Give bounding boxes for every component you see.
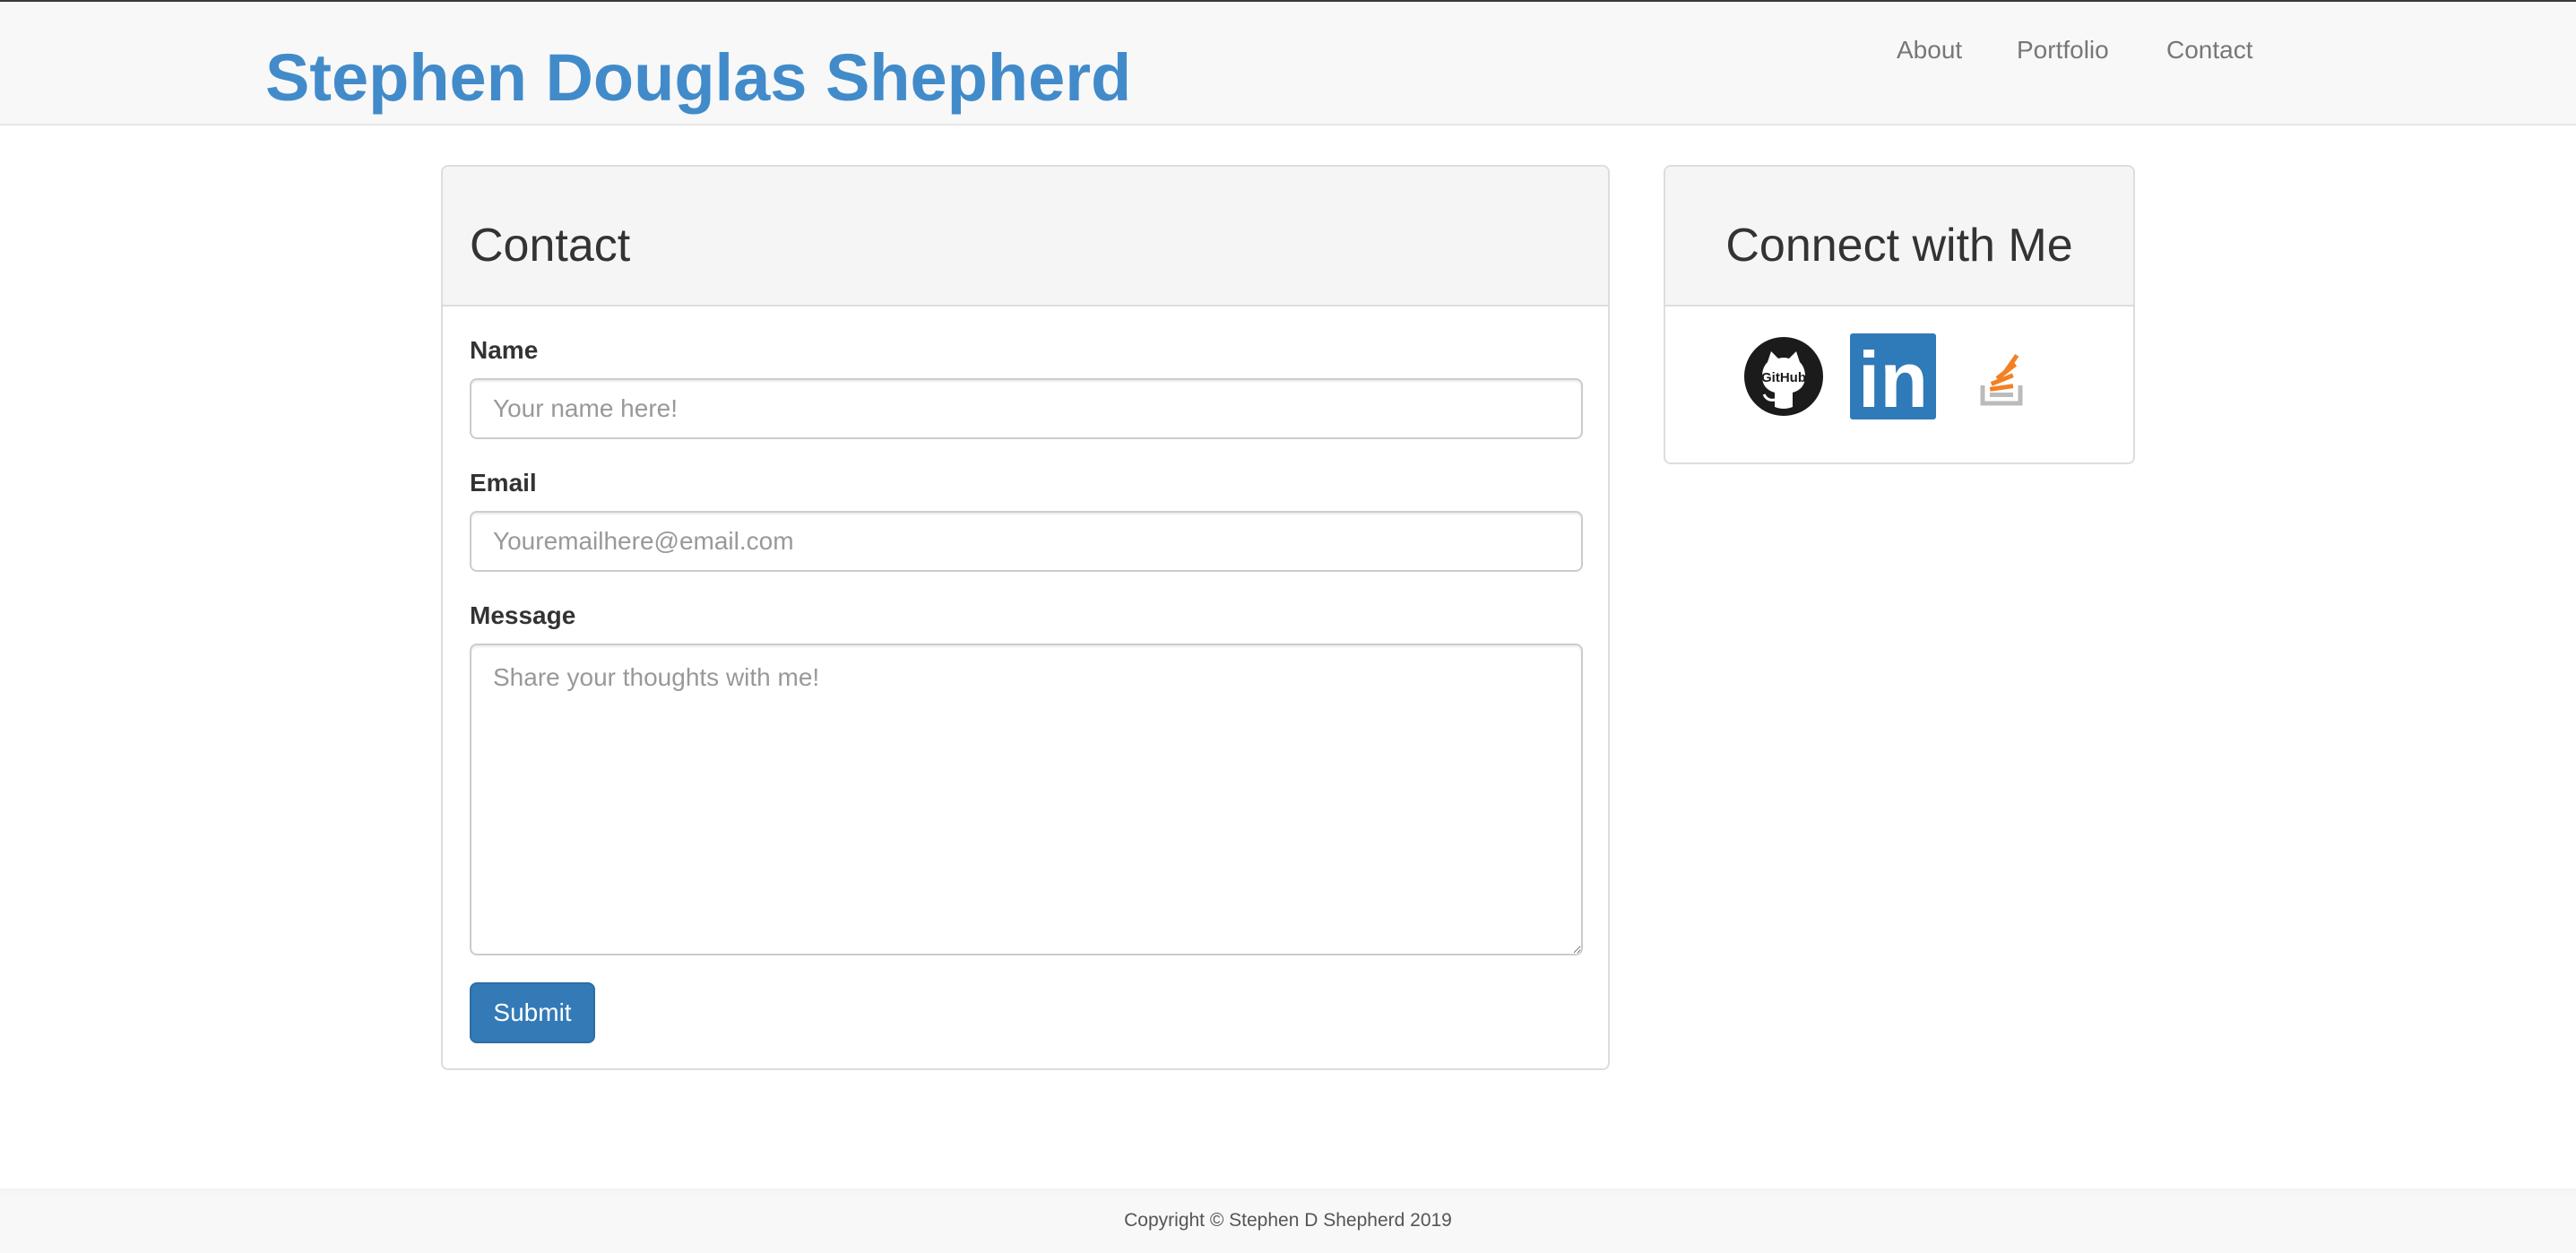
stackoverflow-link[interactable] xyxy=(1961,335,2042,418)
footer: Copyright © Stephen D Shepherd 2019 xyxy=(0,1188,2576,1253)
message-label: Message xyxy=(470,601,576,629)
brand-title[interactable]: Stephen Douglas Shepherd xyxy=(265,38,1131,118)
nav-link-portfolio[interactable]: Portfolio xyxy=(2017,34,2109,66)
github-link[interactable]: GitHub xyxy=(1742,335,1825,418)
contact-title: Contact xyxy=(470,220,631,272)
connect-panel-heading: Connect with Me xyxy=(1665,167,2133,307)
contact-panel: Contact Name Email Message Submit xyxy=(441,165,1610,1070)
name-label: Name xyxy=(470,336,539,364)
email-label: Email xyxy=(470,469,537,497)
github-icon-text: GitHub xyxy=(1761,370,1806,385)
nav-link-about[interactable]: About xyxy=(1897,34,1962,66)
nav-link-contact[interactable]: Contact xyxy=(2166,34,2253,66)
linkedin-icon-text: in xyxy=(1858,335,1928,419)
footer-copyright: Copyright © Stephen D Shepherd 2019 xyxy=(1124,1210,1452,1231)
email-input[interactable] xyxy=(470,511,1583,572)
message-textarea[interactable] xyxy=(470,644,1583,955)
linkedin-link[interactable]: in xyxy=(1850,333,1936,419)
linkedin-icon: in xyxy=(1850,333,1936,419)
navbar: Stephen Douglas Shepherd About Portfolio… xyxy=(0,0,2576,125)
contact-panel-heading: Contact xyxy=(443,167,1608,307)
connect-panel: Connect with Me GitHub in xyxy=(1664,165,2135,464)
github-icon: GitHub xyxy=(1744,337,1823,416)
stackoverflow-icon xyxy=(1980,354,2023,406)
connect-title: Connect with Me xyxy=(1725,220,2073,272)
submit-button[interactable]: Submit xyxy=(470,982,595,1043)
name-input[interactable] xyxy=(470,378,1583,439)
